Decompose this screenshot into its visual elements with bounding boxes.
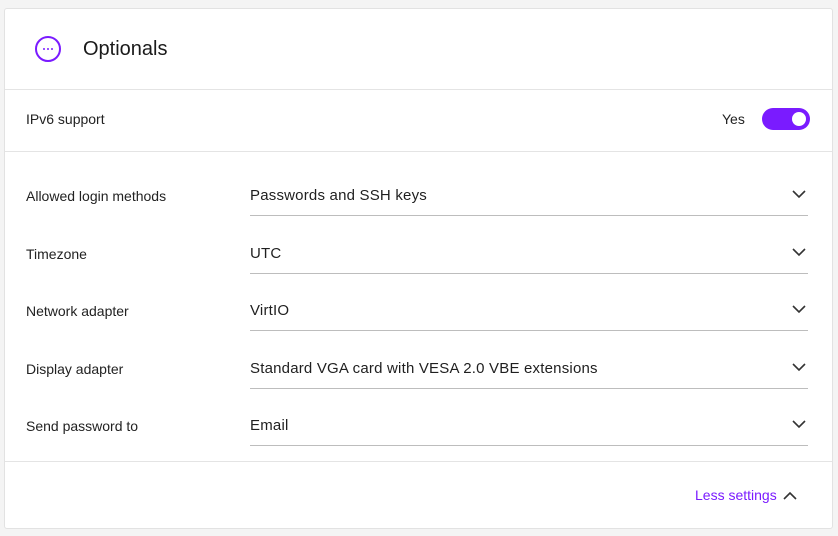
ipv6-support-row: IPv6 support Yes — [5, 89, 832, 152]
panel-title: Optionals — [83, 38, 168, 60]
network-adapter-label: Network adapter — [26, 303, 129, 319]
send-password-value: Email — [250, 417, 289, 434]
login-methods-row: Allowed login methods Passwords and SSH … — [5, 171, 832, 229]
less-settings-label: Less settings — [695, 487, 777, 503]
display-adapter-row: Display adapter Standard VGA card with V… — [5, 344, 832, 402]
network-adapter-row: Network adapter VirtIO — [5, 286, 832, 344]
network-adapter-select[interactable]: VirtIO — [250, 292, 808, 331]
ipv6-toggle-value: Yes — [722, 111, 745, 127]
display-adapter-value: Standard VGA card with VESA 2.0 VBE exte… — [250, 360, 598, 377]
login-methods-select[interactable]: Passwords and SSH keys — [250, 177, 808, 216]
more-options-icon — [35, 36, 61, 62]
chevron-down-icon — [792, 363, 806, 372]
optionals-panel: Optionals IPv6 support Yes Allowed login… — [4, 8, 833, 529]
timezone-value: UTC — [250, 245, 282, 262]
ipv6-support-label: IPv6 support — [26, 111, 105, 127]
less-settings-button[interactable]: Less settings — [695, 486, 797, 504]
toggle-knob — [792, 112, 806, 126]
ipv6-toggle[interactable] — [762, 108, 810, 130]
chevron-down-icon — [792, 420, 806, 429]
login-methods-label: Allowed login methods — [26, 188, 167, 204]
display-adapter-label: Display adapter — [26, 361, 124, 377]
timezone-row: Timezone UTC — [5, 229, 832, 287]
chevron-up-icon — [783, 491, 797, 500]
login-methods-value: Passwords and SSH keys — [250, 187, 427, 204]
chevron-down-icon — [792, 305, 806, 314]
panel-footer: Less settings — [5, 461, 832, 528]
timezone-select[interactable]: UTC — [250, 235, 808, 274]
send-password-row: Send password to Email — [5, 401, 832, 459]
panel-header: Optionals — [5, 9, 832, 90]
chevron-down-icon — [792, 190, 806, 199]
timezone-label: Timezone — [26, 246, 87, 262]
send-password-label: Send password to — [26, 418, 139, 434]
send-password-select[interactable]: Email — [250, 407, 808, 446]
chevron-down-icon — [792, 248, 806, 257]
network-adapter-value: VirtIO — [250, 302, 290, 319]
display-adapter-select[interactable]: Standard VGA card with VESA 2.0 VBE exte… — [250, 350, 808, 389]
